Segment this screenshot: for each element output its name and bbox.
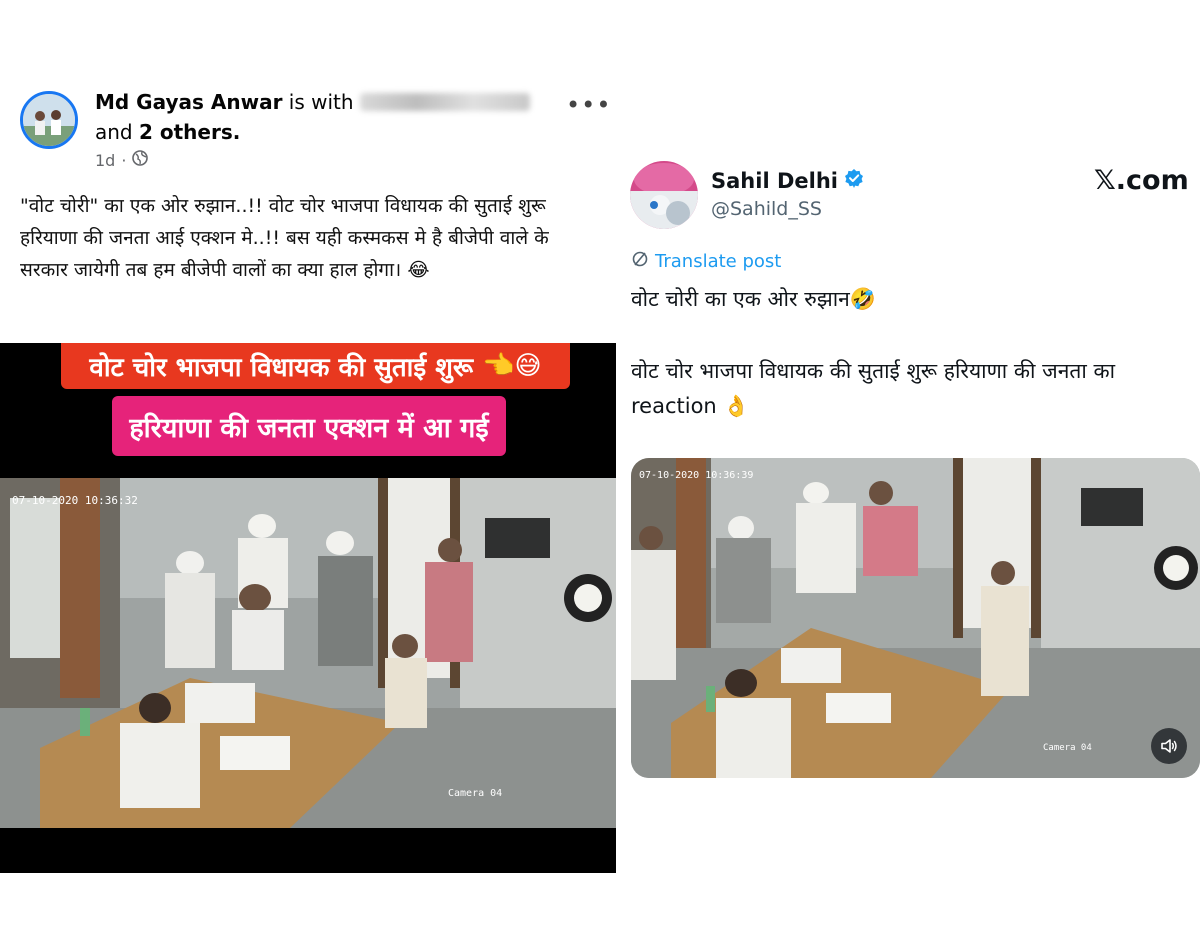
banner-top-emoji: 👈😅: [482, 351, 542, 381]
cctv-frame: 07-10-2020 10:36:32 Camera 04: [0, 478, 616, 828]
tagged-others-line: and 2 others.: [95, 118, 240, 146]
camera-label: Camera 04: [448, 788, 502, 799]
x-post-line2: वोट चोर भाजपा विधायक की सुताई शुरू हरिया…: [631, 359, 1116, 418]
author-avatar[interactable]: [20, 91, 78, 149]
translate-icon: [631, 250, 649, 273]
more-options-icon[interactable]: •••: [566, 93, 611, 117]
translate-label[interactable]: Translate post: [655, 251, 781, 272]
verified-badge-icon: [844, 168, 864, 193]
post-header-line: Md Gayas Anwar is with: [95, 88, 530, 116]
banner-top-text: वोट चोर भाजपा विधायक की सुताई शुरू: [89, 353, 474, 383]
meta-separator: ·: [121, 150, 127, 170]
blurred-tagged-name: [359, 93, 530, 111]
speaker-icon[interactable]: [1151, 728, 1187, 764]
and-text: and: [95, 120, 133, 144]
author-name[interactable]: Md Gayas Anwar: [95, 90, 282, 114]
cctv-timestamp: 07-10-2020 10:36:39: [639, 470, 753, 481]
post-text: "वोट चोरी" का एक ओर रुझान..!! वोट चोर भा…: [20, 190, 600, 286]
post-time[interactable]: 1d: [95, 151, 115, 170]
cctv-frame: 07-10-2020 10:36:39 Camera 04: [631, 458, 1200, 778]
with-text: is with: [288, 90, 354, 114]
x-post-line1: वोट चोरी का एक ओर रुझान🤣: [631, 287, 876, 311]
x-author-avatar[interactable]: [630, 161, 698, 229]
video-banner-bottom: हरियाणा की जनता एक्शन में आ गई: [112, 396, 506, 456]
x-post-video[interactable]: 07-10-2020 10:36:39 Camera 04: [631, 458, 1200, 778]
cctv-timestamp: 07-10-2020 10:36:32: [12, 494, 138, 507]
x-display-name[interactable]: Sahil Delhi: [711, 169, 838, 193]
camera-label: Camera 04: [1043, 743, 1092, 753]
x-handle[interactable]: @Sahild_SS: [711, 198, 822, 220]
others-link[interactable]: 2 others.: [139, 120, 240, 144]
post-video[interactable]: वोट चोर भाजपा विधायक की सुताई शुरू 👈😅 हर…: [0, 343, 616, 873]
video-banner-top: वोट चोर भाजपा विधायक की सुताई शुरू 👈😅: [61, 343, 570, 389]
post-meta: 1d ·: [95, 150, 149, 170]
globe-icon: [132, 150, 149, 170]
x-com-logo: 𝕏.com: [1094, 165, 1189, 196]
x-display-name-row: Sahil Delhi: [711, 168, 864, 193]
laughing-emoji: 😂: [407, 259, 430, 281]
post-body: "वोट चोरी" का एक ओर रुझान..!! वोट चोर भा…: [20, 195, 549, 281]
translate-post-link[interactable]: Translate post: [631, 250, 781, 273]
